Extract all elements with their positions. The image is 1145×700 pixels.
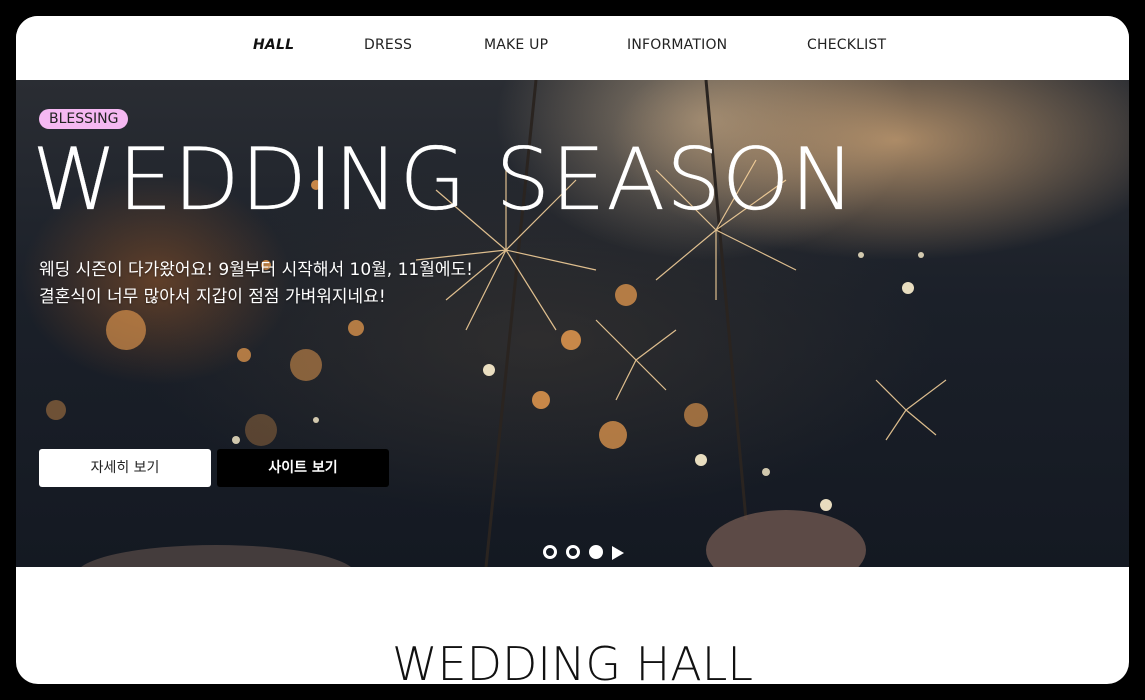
hero-description: 웨딩 시즌이 다가왔어요! 9월부터 시작해서 10월, 11월에도! 결혼식이… — [39, 257, 473, 311]
page-frame: HALL DRESS MAKE UP INFORMATION CHECKLIST — [16, 16, 1129, 684]
slide-dot-2[interactable] — [566, 545, 580, 559]
slide-dot-3[interactable] — [589, 545, 603, 559]
view-site-button[interactable]: 사이트 보기 — [217, 449, 389, 487]
section-title: WEDDING HALL — [392, 637, 753, 684]
view-details-button[interactable]: 자세히 보기 — [39, 449, 211, 487]
play-icon[interactable] — [612, 546, 624, 560]
nav-item-information[interactable]: INFORMATION — [627, 37, 727, 53]
nav-item-make-up[interactable]: MAKE UP — [484, 37, 548, 53]
hero-banner: BLESSING WEDDING SEASON 웨딩 시즌이 다가왔어요! 9월… — [16, 80, 1129, 567]
nav-item-dress[interactable]: DRESS — [364, 37, 412, 53]
slide-dot-1[interactable] — [543, 545, 557, 559]
hero-description-line-2: 결혼식이 너무 많아서 지갑이 점점 가벼워지네요! — [39, 287, 386, 307]
hero-description-line-1: 웨딩 시즌이 다가왔어요! 9월부터 시작해서 10월, 11월에도! — [39, 260, 473, 280]
blessing-badge: BLESSING — [39, 109, 129, 129]
nav-item-checklist[interactable]: CHECKLIST — [807, 37, 886, 53]
nav-item-hall[interactable]: HALL — [253, 37, 294, 53]
hero-title: WEDDING SEASON — [32, 130, 856, 230]
top-navigation: HALL DRESS MAKE UP INFORMATION CHECKLIST — [16, 16, 1129, 80]
